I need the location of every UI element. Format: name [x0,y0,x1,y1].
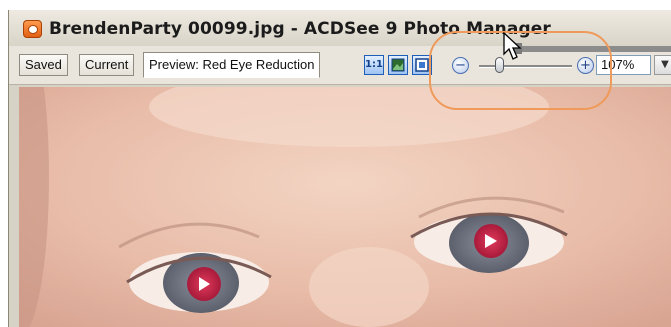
fit-image-icon [391,58,405,72]
photo-preview[interactable] [19,87,671,327]
mouse-pointer-icon [503,32,522,60]
app-window: BrendenParty 00099.jpg - ACDSee 9 Photo … [8,10,671,327]
acdsee-app-icon[interactable] [23,20,42,38]
tab-current[interactable]: Current [79,54,135,76]
chevron-down-icon: ▼ [661,59,669,70]
actual-size-icon: 1:1 [365,59,383,70]
zoom-dropdown-button[interactable]: ▼ [654,55,671,75]
fit-image-button[interactable] [388,55,408,75]
baby-face-photo-icon [19,87,671,327]
tab-preview-red-eye-reduction[interactable]: Preview: Red Eye Reduction [143,52,321,78]
tab-saved[interactable]: Saved [19,54,68,76]
actual-size-button[interactable]: 1:1 [364,55,384,75]
